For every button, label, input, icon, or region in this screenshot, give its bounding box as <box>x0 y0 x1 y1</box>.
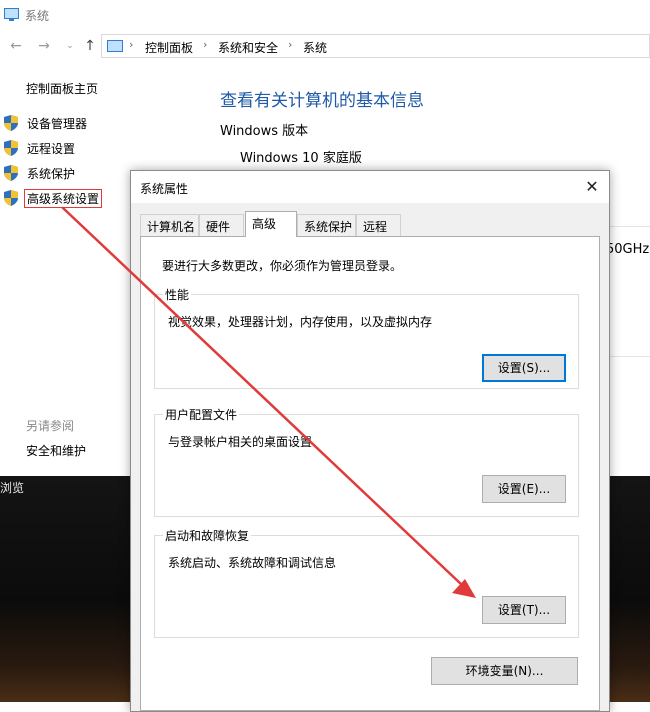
page-title: 查看有关计算机的基本信息 <box>220 91 424 111</box>
breadcrumb-system[interactable]: 系统 <box>303 39 327 56</box>
address-row: ← → ⌄ ↑ › 控制面板 › 系统和安全 › 系统 <box>0 34 650 60</box>
breadcrumb-separator-icon: › <box>129 38 134 51</box>
breadcrumb-separator-icon: › <box>288 38 293 51</box>
admin-note: 要进行大多数更改，你必须作为管理员登录。 <box>162 259 403 273</box>
performance-settings-button[interactable]: 设置(S)... <box>482 354 566 382</box>
nav-label-highlighted: 高级系统设置 <box>23 189 103 208</box>
shield-icon <box>4 165 18 181</box>
divider <box>606 226 650 227</box>
group-title: 性能 <box>163 286 192 303</box>
nav-label: 远程设置 <box>27 142 76 156</box>
tab-advanced[interactable]: 高级 <box>245 211 297 237</box>
group-description: 系统启动、系统故障和调试信息 <box>168 556 337 570</box>
window-title-bar: 系统 <box>0 0 650 30</box>
window-title: 系统 <box>25 9 50 23</box>
group-description: 与登录帐户相关的桌面设置 <box>168 435 313 449</box>
tab-hardware[interactable]: 硬件 <box>199 214 244 236</box>
cpu-speed-fragment: 50GHz <box>606 242 650 257</box>
user-profiles-settings-button[interactable]: 设置(E)... <box>482 475 566 503</box>
back-arrow-icon[interactable]: ← <box>8 37 24 55</box>
advanced-tab-panel: 要进行大多数更改，你必须作为管理员登录。 性能 视觉效果，处理器计划，内存使用，… <box>140 236 600 711</box>
close-icon[interactable]: ✕ <box>581 176 603 198</box>
computer-icon <box>4 8 19 21</box>
windows-edition-value: Windows 10 家庭版 <box>240 151 362 166</box>
performance-group: 性能 视觉效果，处理器计划，内存使用，以及虚拟内存 设置(S)... <box>154 286 579 389</box>
user-profiles-group: 用户配置文件 与登录帐户相关的桌面设置 设置(E)... <box>154 406 579 517</box>
dialog-title-bar: 系统属性 ✕ <box>131 171 609 203</box>
control-panel-home-link[interactable]: 控制面板主页 <box>26 80 98 97</box>
tab-remote[interactable]: 远程 <box>356 214 401 236</box>
recent-chevron-down-icon[interactable]: ⌄ <box>62 37 78 55</box>
see-also-heading: 另请参阅 <box>26 419 75 433</box>
nav-label: 设备管理器 <box>27 117 88 131</box>
windows-edition-section: Windows 版本 <box>220 124 309 139</box>
background-window-text: 浏览 <box>0 481 25 495</box>
environment-variables-button[interactable]: 环境变量(N)... <box>431 657 578 685</box>
dialog-title: 系统属性 <box>140 182 189 196</box>
divider <box>606 356 650 357</box>
system-properties-dialog: 系统属性 ✕ 计算机名 硬件 高级 系统保护 远程 要进行大多数更改，你必须作为… <box>130 170 610 712</box>
shield-icon <box>4 115 18 131</box>
shield-icon <box>4 140 18 156</box>
address-bar[interactable]: › 控制面板 › 系统和安全 › 系统 <box>101 34 650 58</box>
group-description: 视觉效果，处理器计划，内存使用，以及虚拟内存 <box>168 315 433 329</box>
startup-recovery-group: 启动和故障恢复 系统启动、系统故障和调试信息 设置(T)... <box>154 527 579 638</box>
group-title: 用户配置文件 <box>163 406 240 423</box>
startup-recovery-settings-button[interactable]: 设置(T)... <box>482 596 566 624</box>
breadcrumb-separator-icon: › <box>203 38 208 51</box>
tab-computer-name[interactable]: 计算机名 <box>140 214 199 236</box>
breadcrumb-system-security[interactable]: 系统和安全 <box>218 39 278 56</box>
breadcrumb-control-panel[interactable]: 控制面板 <box>145 39 193 56</box>
tab-system-protection[interactable]: 系统保护 <box>297 214 356 236</box>
computer-icon <box>107 40 123 52</box>
shield-icon <box>4 190 18 206</box>
group-title: 启动和故障恢复 <box>163 527 252 544</box>
forward-arrow-icon[interactable]: → <box>36 37 52 55</box>
security-maintenance-link[interactable]: 安全和维护 <box>26 442 86 459</box>
up-arrow-icon[interactable]: ↑ <box>82 37 98 55</box>
nav-label: 系统保护 <box>27 167 76 181</box>
